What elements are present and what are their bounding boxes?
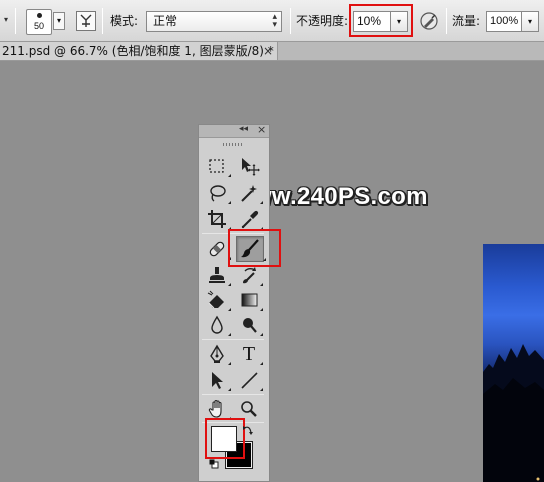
collapse-icon[interactable]: ◂◂ <box>239 124 248 134</box>
close-icon[interactable]: × <box>257 123 266 136</box>
eyedropper-tool[interactable] <box>238 208 263 230</box>
line-tool[interactable] <box>238 369 263 391</box>
history-brush-icon <box>243 267 256 284</box>
gradient-tool[interactable] <box>238 289 263 311</box>
dodge-icon <box>243 318 257 333</box>
options-separator <box>102 8 103 34</box>
options-separator <box>446 8 447 34</box>
quick-selection-tool[interactable] <box>238 182 263 204</box>
blend-mode-value: 正常 <box>153 14 178 28</box>
options-bar: ▾ 50 ▾ 模式: 正常 ▴ ▾ 不透明度: 10% ▾ 流量: 100% ▾ <box>0 0 544 42</box>
flow-dropdown[interactable]: ▾ <box>521 11 539 32</box>
magic-wand-icon <box>241 185 257 202</box>
stamp-icon <box>209 267 225 283</box>
pen-icon <box>210 344 224 363</box>
canvas-image <box>483 344 544 482</box>
foreground-color-highlight-box <box>205 418 245 459</box>
path-selection-tool[interactable] <box>206 369 231 391</box>
options-separator <box>290 8 291 34</box>
pressure-opacity-button[interactable] <box>418 10 440 32</box>
default-colors-icon[interactable] <box>209 458 219 469</box>
lasso-tool[interactable] <box>206 182 231 204</box>
history-brush-tool[interactable] <box>238 264 263 286</box>
swap-arrow-icon <box>243 426 253 435</box>
eyedropper-icon <box>241 210 259 229</box>
gradient-icon <box>241 293 258 307</box>
brush-tool-highlight-box <box>228 229 281 267</box>
brush-preset-dropdown[interactable]: ▾ <box>53 12 65 30</box>
mode-label: 模式: <box>110 14 139 28</box>
move-tool[interactable] <box>238 155 260 177</box>
options-separator <box>15 8 16 34</box>
tools-panel-header[interactable]: ◂◂ × <box>199 123 269 138</box>
panel-grip[interactable] <box>223 143 243 146</box>
eraser-tool[interactable] <box>206 289 231 311</box>
tool-preset-caret-icon[interactable]: ▾ <box>4 15 8 24</box>
brush-panel-icon <box>80 14 92 27</box>
flow-input[interactable]: 100% <box>486 11 522 32</box>
pen-tool[interactable] <box>206 343 231 365</box>
move-icon <box>242 158 260 176</box>
document-tab[interactable]: 211.psd @ 66.7% (色相/饱和度 1, 图层蒙版/8) * × <box>0 42 278 61</box>
crop-tool[interactable] <box>206 208 231 230</box>
path-selection-icon <box>212 372 223 389</box>
crop-icon <box>208 210 226 228</box>
brush-size: 50 <box>33 21 44 31</box>
swap-colors-icon[interactable] <box>242 424 254 439</box>
close-icon[interactable]: × <box>263 42 273 60</box>
zoom-tool[interactable] <box>238 398 260 420</box>
tablet-pressure-icon <box>420 12 438 30</box>
line-icon <box>241 372 258 389</box>
magnifier-icon <box>241 401 257 417</box>
document-canvas[interactable] <box>483 244 544 482</box>
document-tab-title: 211.psd @ 66.7% (色相/饱和度 1, 图层蒙版/8) * <box>2 44 274 58</box>
tab-strip <box>278 42 544 61</box>
lasso-icon <box>210 185 226 202</box>
hand-icon <box>208 399 222 418</box>
dodge-tool[interactable] <box>238 314 263 336</box>
select-arrows-icon: ▴ ▾ <box>272 12 277 30</box>
hand-tool[interactable] <box>206 398 231 420</box>
default-colors-swatch-icon <box>209 459 219 469</box>
rectangular-marquee-icon <box>209 159 224 173</box>
opacity-highlight-box <box>349 4 413 37</box>
marquee-tool[interactable] <box>206 155 231 177</box>
flow-label: 流量: <box>452 14 481 28</box>
bandage-icon <box>209 241 225 257</box>
drop-icon <box>211 315 223 334</box>
type-tool[interactable]: T <box>238 343 263 365</box>
tools-divider <box>202 339 264 340</box>
brush-panel-toggle-button[interactable] <box>76 11 96 31</box>
spot-healing-brush-tool[interactable] <box>206 238 231 260</box>
type-icon: T <box>242 343 256 365</box>
clone-stamp-tool[interactable] <box>206 264 231 286</box>
eraser-icon <box>207 290 224 309</box>
opacity-label: 不透明度: <box>296 14 349 28</box>
blend-mode-select[interactable]: 正常 ▴ ▾ <box>146 11 282 32</box>
brush-preset-picker[interactable]: 50 <box>26 9 52 35</box>
tools-divider <box>202 394 264 395</box>
blur-tool[interactable] <box>206 314 231 336</box>
brush-tip-icon <box>37 13 42 18</box>
